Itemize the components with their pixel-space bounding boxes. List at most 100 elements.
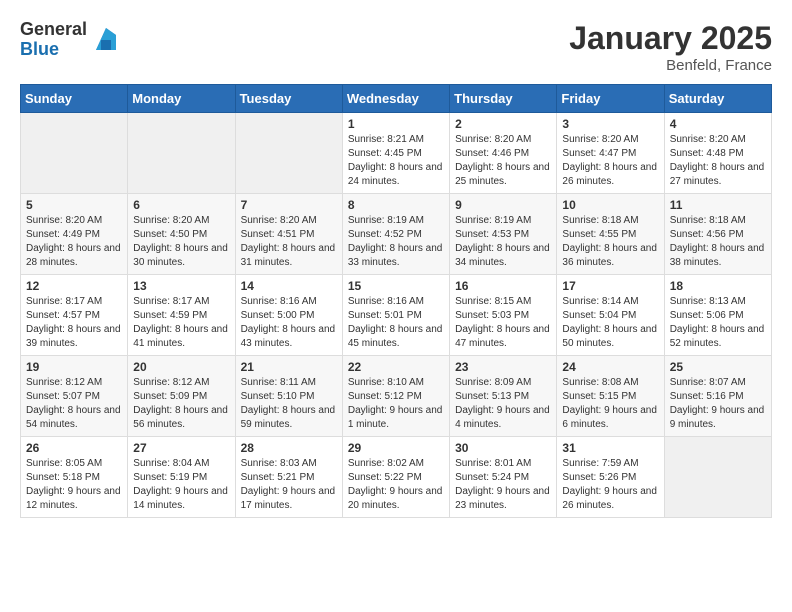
weekday-header-row: SundayMondayTuesdayWednesdayThursdayFrid… xyxy=(21,85,772,113)
day-info: Sunrise: 8:08 AMSunset: 5:15 PMDaylight:… xyxy=(562,376,658,432)
day-number: 14 xyxy=(241,279,337,293)
title-block: January 2025 Benfeld, France xyxy=(569,20,772,74)
day-info: Sunrise: 8:13 AMSunset: 5:06 PMDaylight:… xyxy=(670,295,766,351)
day-info: Sunrise: 8:12 AMSunset: 5:07 PMDaylight:… xyxy=(26,376,122,432)
calendar-cell: 4Sunrise: 8:20 AMSunset: 4:48 PMDaylight… xyxy=(664,113,771,194)
calendar-cell: 24 Sunrise: 8:08 AMSunset: 5:15 PMDayligh… xyxy=(557,356,664,437)
logo: General Blue xyxy=(20,20,121,60)
calendar-cell: 19 Sunrise: 8:12 AMSunset: 5:07 PMDayligh… xyxy=(21,356,128,437)
day-info: Sunrise: 8:17 AMSunset: 4:57 PMDaylight:… xyxy=(26,295,122,351)
calendar-cell xyxy=(21,113,128,194)
weekday-header: Thursday xyxy=(450,85,557,113)
calendar-cell: 25 Sunrise: 8:07 AMSunset: 5:16 PMDayligh… xyxy=(664,356,771,437)
day-info: Sunrise: 8:15 AMSunset: 5:03 PMDaylight:… xyxy=(455,295,551,351)
day-number: 3 xyxy=(562,117,658,131)
calendar-cell: 1Sunrise: 8:21 AMSunset: 4:45 PMDaylight… xyxy=(342,113,449,194)
calendar-cell: 17 Sunrise: 8:14 AMSunset: 5:04 PMDayligh… xyxy=(557,275,664,356)
calendar-cell: 14 Sunrise: 8:16 AMSunset: 5:00 PMDayligh… xyxy=(235,275,342,356)
logo-icon xyxy=(91,25,121,55)
day-info: Sunrise: 8:09 AMSunset: 5:13 PMDaylight:… xyxy=(455,376,551,432)
day-number: 20 xyxy=(133,360,229,374)
calendar-cell: 12 Sunrise: 8:17 AMSunset: 4:57 PMDayligh… xyxy=(21,275,128,356)
day-info: Sunrise: 8:19 AMSunset: 4:52 PMDaylight:… xyxy=(348,214,444,270)
calendar-cell: 21 Sunrise: 8:11 AMSunset: 5:10 PMDayligh… xyxy=(235,356,342,437)
calendar-cell: 31Sunrise: 7:59 AMSunset: 5:26 PMDayligh… xyxy=(557,437,664,518)
calendar-cell xyxy=(664,437,771,518)
day-number: 21 xyxy=(241,360,337,374)
calendar-cell: 28 Sunrise: 8:03 AMSunset: 5:21 PMDayligh… xyxy=(235,437,342,518)
day-number: 11 xyxy=(670,198,766,212)
weekday-header: Tuesday xyxy=(235,85,342,113)
day-info: Sunrise: 8:12 AMSunset: 5:09 PMDaylight:… xyxy=(133,376,229,432)
calendar-cell: 30 Sunrise: 8:01 AMSunset: 5:24 PMDayligh… xyxy=(450,437,557,518)
day-info: Sunrise: 8:20 AMSunset: 4:46 PMDaylight:… xyxy=(455,133,551,189)
day-number: 27 xyxy=(133,441,229,455)
day-number: 25 xyxy=(670,360,766,374)
calendar-cell: 16 Sunrise: 8:15 AMSunset: 5:03 PMDayligh… xyxy=(450,275,557,356)
month-title: January 2025 xyxy=(569,20,772,57)
calendar-cell: 3 Sunrise: 8:20 AMSunset: 4:47 PMDaylight… xyxy=(557,113,664,194)
day-info: Sunrise: 8:11 AMSunset: 5:10 PMDaylight:… xyxy=(241,376,337,432)
calendar-cell: 2 Sunrise: 8:20 AMSunset: 4:46 PMDaylight… xyxy=(450,113,557,194)
calendar-cell: 20 Sunrise: 8:12 AMSunset: 5:09 PMDayligh… xyxy=(128,356,235,437)
weekday-header: Monday xyxy=(128,85,235,113)
weekday-header: Sunday xyxy=(21,85,128,113)
day-info: Sunrise: 8:05 AMSunset: 5:18 PMDaylight:… xyxy=(26,457,122,513)
day-number: 23 xyxy=(455,360,551,374)
day-number: 30 xyxy=(455,441,551,455)
day-number: 28 xyxy=(241,441,337,455)
calendar-cell: 26Sunrise: 8:05 AMSunset: 5:18 PMDayligh… xyxy=(21,437,128,518)
day-number: 8 xyxy=(348,198,444,212)
day-number: 2 xyxy=(455,117,551,131)
day-info: Sunrise: 8:18 AMSunset: 4:56 PMDaylight:… xyxy=(670,214,766,270)
calendar-week-row: 12 Sunrise: 8:17 AMSunset: 4:57 PMDayligh… xyxy=(21,275,772,356)
day-info: Sunrise: 8:10 AMSunset: 5:12 PMDaylight:… xyxy=(348,376,444,432)
calendar-cell xyxy=(235,113,342,194)
day-info: Sunrise: 8:02 AMSunset: 5:22 PMDaylight:… xyxy=(348,457,444,513)
calendar-cell: 11 Sunrise: 8:18 AMSunset: 4:56 PMDayligh… xyxy=(664,194,771,275)
calendar-cell: 9 Sunrise: 8:19 AMSunset: 4:53 PMDaylight… xyxy=(450,194,557,275)
calendar-cell: 5 Sunrise: 8:20 AMSunset: 4:49 PMDaylight… xyxy=(21,194,128,275)
day-info: Sunrise: 8:20 AMSunset: 4:49 PMDaylight:… xyxy=(26,214,122,270)
calendar-cell: 8 Sunrise: 8:19 AMSunset: 4:52 PMDaylight… xyxy=(342,194,449,275)
calendar: SundayMondayTuesdayWednesdayThursdayFrid… xyxy=(20,84,772,518)
day-info: Sunrise: 8:16 AMSunset: 5:00 PMDaylight:… xyxy=(241,295,337,351)
day-info: Sunrise: 8:04 AMSunset: 5:19 PMDaylight:… xyxy=(133,457,229,513)
day-number: 12 xyxy=(26,279,122,293)
calendar-cell: 15Sunrise: 8:16 AMSunset: 5:01 PMDayligh… xyxy=(342,275,449,356)
day-number: 18 xyxy=(670,279,766,293)
calendar-week-row: 19 Sunrise: 8:12 AMSunset: 5:07 PMDayligh… xyxy=(21,356,772,437)
calendar-cell: 6Sunrise: 8:20 AMSunset: 4:50 PMDaylight… xyxy=(128,194,235,275)
day-info: Sunrise: 8:19 AMSunset: 4:53 PMDaylight:… xyxy=(455,214,551,270)
day-number: 5 xyxy=(26,198,122,212)
day-number: 15 xyxy=(348,279,444,293)
day-info: Sunrise: 8:18 AMSunset: 4:55 PMDaylight:… xyxy=(562,214,658,270)
day-info: Sunrise: 8:01 AMSunset: 5:24 PMDaylight:… xyxy=(455,457,551,513)
calendar-cell: 13Sunrise: 8:17 AMSunset: 4:59 PMDayligh… xyxy=(128,275,235,356)
logo-text: General Blue xyxy=(20,20,87,60)
page-header: General Blue January 2025 Benfeld, Franc… xyxy=(20,20,772,74)
day-info: Sunrise: 8:17 AMSunset: 4:59 PMDaylight:… xyxy=(133,295,229,351)
day-number: 24 xyxy=(562,360,658,374)
location: Benfeld, France xyxy=(569,57,772,74)
calendar-cell: 22Sunrise: 8:10 AMSunset: 5:12 PMDayligh… xyxy=(342,356,449,437)
calendar-cell: 29Sunrise: 8:02 AMSunset: 5:22 PMDayligh… xyxy=(342,437,449,518)
day-number: 19 xyxy=(26,360,122,374)
day-info: Sunrise: 8:20 AMSunset: 4:48 PMDaylight:… xyxy=(670,133,766,189)
weekday-header: Wednesday xyxy=(342,85,449,113)
logo-general: General xyxy=(20,20,87,40)
day-number: 6 xyxy=(133,198,229,212)
day-info: Sunrise: 8:20 AMSunset: 4:47 PMDaylight:… xyxy=(562,133,658,189)
day-number: 7 xyxy=(241,198,337,212)
day-number: 17 xyxy=(562,279,658,293)
calendar-week-row: 5 Sunrise: 8:20 AMSunset: 4:49 PMDaylight… xyxy=(21,194,772,275)
day-number: 16 xyxy=(455,279,551,293)
day-number: 9 xyxy=(455,198,551,212)
calendar-cell: 23 Sunrise: 8:09 AMSunset: 5:13 PMDayligh… xyxy=(450,356,557,437)
calendar-cell: 18 Sunrise: 8:13 AMSunset: 5:06 PMDayligh… xyxy=(664,275,771,356)
weekday-header: Friday xyxy=(557,85,664,113)
day-info: Sunrise: 8:03 AMSunset: 5:21 PMDaylight:… xyxy=(241,457,337,513)
day-info: Sunrise: 8:14 AMSunset: 5:04 PMDaylight:… xyxy=(562,295,658,351)
day-info: Sunrise: 8:07 AMSunset: 5:16 PMDaylight:… xyxy=(670,376,766,432)
day-info: Sunrise: 7:59 AMSunset: 5:26 PMDaylight:… xyxy=(562,457,658,513)
